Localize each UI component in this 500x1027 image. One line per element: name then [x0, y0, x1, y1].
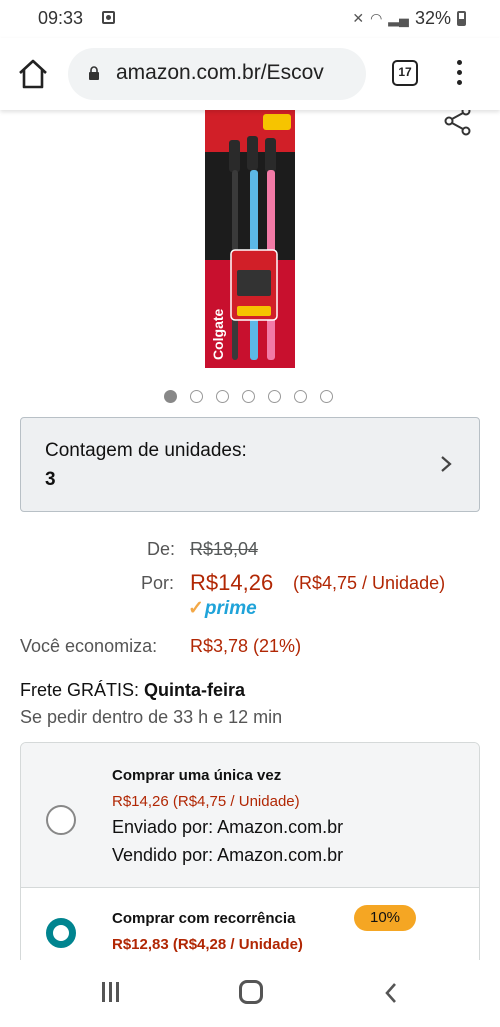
chevron-right-icon — [441, 456, 452, 472]
recent-apps-button[interactable] — [100, 982, 122, 1002]
recent-apps-icon — [109, 982, 112, 1002]
share-button[interactable] — [440, 106, 474, 136]
prime-check-icon: ✓ — [188, 598, 204, 619]
system-nav-bar — [0, 960, 500, 1027]
option-price: R$14,26 (R$4,75 / Unidade) — [112, 793, 300, 810]
shipped-by: Enviado por: Amazon.com.br — [112, 817, 344, 837]
battery-percent: 32% — [414, 8, 451, 28]
prime-badge: ✓prime — [188, 597, 257, 620]
url-text[interactable]: amazon.com.br/Escov — [116, 61, 356, 85]
recent-apps-icon — [116, 982, 119, 1002]
unit-count-value: 3 — [45, 469, 56, 490]
battery-icon — [457, 11, 466, 26]
delivery-day: Quinta-feira — [144, 680, 246, 700]
carousel-dot[interactable] — [320, 390, 333, 403]
browser-menu-button[interactable] — [452, 58, 466, 88]
unit-price: (R$4,75 / Unidade) — [293, 573, 446, 593]
discount-badge: 10% — [354, 905, 416, 931]
share-icon — [444, 106, 471, 136]
status-indicators: ✕ ◠ ▂▄ 32% — [352, 8, 466, 29]
option-title: Comprar com recorrência — [112, 910, 296, 927]
sold-by: Vendido por: Amazon.com.br — [112, 845, 344, 865]
signal-icon: ▂▄ — [388, 10, 409, 26]
prime-text: prime — [204, 598, 257, 619]
carousel-dot[interactable] — [190, 390, 203, 403]
sale-price-label: Por: — [141, 573, 175, 593]
free-shipping-label: Frete GRÁTIS: — [20, 680, 140, 700]
back-button[interactable] — [383, 981, 399, 1005]
image-carousel-indicator[interactable] — [164, 390, 333, 403]
one-time-purchase-option[interactable]: Comprar uma única vez R$14,26 (R$4,75 / … — [21, 743, 479, 888]
list-price-label: De: — [147, 539, 176, 559]
gallery-notification-icon — [102, 11, 115, 24]
list-price: R$18,04 — [190, 539, 259, 559]
home-button[interactable] — [16, 58, 50, 90]
savings-label: Você economiza: — [20, 636, 158, 656]
svg-text:Colgate: Colgate — [210, 308, 226, 360]
savings-value: R$3,78 (21%) — [190, 636, 302, 656]
carousel-dot[interactable] — [268, 390, 281, 403]
carousel-dot[interactable] — [242, 390, 255, 403]
browser-toolbar: amazon.com.br/Escov 17 — [0, 38, 500, 110]
carousel-dot[interactable] — [216, 390, 229, 403]
menu-dot-icon — [457, 80, 462, 85]
one-time-radio[interactable] — [46, 805, 76, 835]
carousel-dot[interactable] — [164, 390, 177, 403]
recent-apps-icon — [102, 982, 105, 1002]
tab-switcher-button[interactable]: 17 — [392, 60, 418, 86]
subscribe-radio[interactable] — [46, 918, 76, 948]
lock-icon — [89, 66, 99, 80]
free-shipping-info: Frete GRÁTIS: Quinta-feira — [20, 680, 245, 701]
address-bar[interactable]: amazon.com.br/Escov — [68, 48, 366, 100]
option-title: Comprar uma única vez — [112, 767, 282, 784]
option-price: R$12,83 (R$4,28 / Unidade) — [112, 936, 303, 953]
purchase-options: Comprar uma única vez R$14,26 (R$4,75 / … — [20, 742, 480, 982]
unit-count-selector[interactable]: Contagem de unidades: 3 — [20, 417, 480, 512]
carousel-dot[interactable] — [294, 390, 307, 403]
order-deadline: Se pedir dentro de 33 h e 12 min — [20, 707, 283, 727]
mute-icon: ✕ — [352, 10, 365, 26]
unit-count-label: Contagem de unidades: — [45, 440, 247, 461]
status-time: 09:33 — [38, 8, 84, 28]
menu-dot-icon — [457, 60, 462, 65]
status-bar: 09:33 ✕ ◠ ▂▄ 32% — [0, 0, 500, 38]
menu-dot-icon — [457, 70, 462, 75]
home-icon — [19, 59, 47, 89]
sale-price: R$14,26 — [190, 570, 274, 595]
wifi-icon: ◠ — [370, 10, 383, 26]
product-image[interactable]: Colgate — [205, 110, 295, 368]
system-home-button[interactable] — [239, 980, 263, 1004]
